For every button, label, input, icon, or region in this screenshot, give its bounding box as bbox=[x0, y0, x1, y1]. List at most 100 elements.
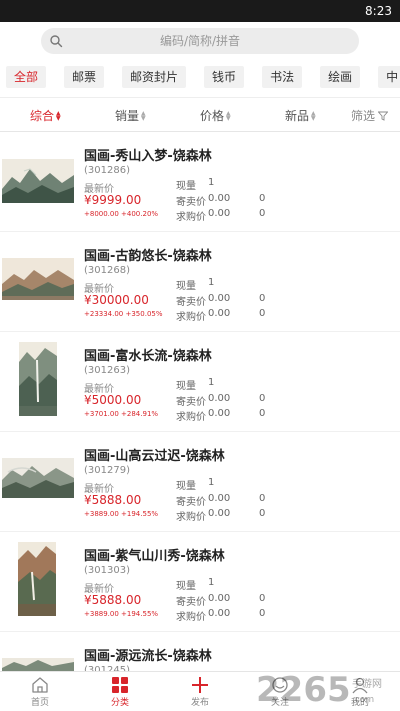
list-item[interactable]: 国画-山高云过迟-饶森林 (301279) 最新价 ¥5888.00 +3889… bbox=[0, 432, 400, 532]
consign-price-label: 寄卖价 bbox=[176, 297, 206, 308]
item-title: 国画-秀山入梦-饶森林 bbox=[84, 149, 212, 164]
sort-price[interactable]: 价格 ▲ ▼ bbox=[200, 107, 231, 124]
bid-qty: 0 bbox=[259, 208, 266, 219]
list-item[interactable]: 国画-富水长流-饶森林 (301263) 最新价 ¥5000.00 +3701.… bbox=[0, 332, 400, 432]
category-chip-painting[interactable]: 绘画 bbox=[320, 65, 361, 88]
sort-composite-label: 综合 bbox=[30, 109, 55, 123]
stock-label: 现量 bbox=[176, 581, 196, 592]
consign-qty: 0 bbox=[259, 293, 266, 304]
category-icon bbox=[112, 676, 128, 693]
item-code: (301286) bbox=[84, 165, 130, 176]
nav-category[interactable]: 分类 bbox=[80, 672, 160, 711]
category-chip-calligraphy[interactable]: 书法 bbox=[262, 65, 303, 88]
sort-sales-label: 销量 bbox=[115, 109, 140, 123]
sort-arrows-icon: ▲ ▼ bbox=[311, 109, 316, 122]
stock-value: 1 bbox=[208, 177, 215, 188]
item-code: (301279) bbox=[84, 465, 130, 476]
item-title: 国画-源远流长-饶森林 bbox=[84, 649, 212, 664]
product-list: 国画-秀山入梦-饶森林 (301286) 最新价 ¥9999.00 +8000.… bbox=[0, 132, 400, 711]
consign-price-label: 寄卖价 bbox=[176, 197, 206, 208]
stock-value: 1 bbox=[208, 377, 215, 388]
item-title: 国画-富水长流-饶森林 bbox=[84, 349, 212, 364]
painting-thumbnail bbox=[2, 658, 74, 672]
consign-price: 0.00 bbox=[208, 293, 231, 304]
stock-value: 1 bbox=[208, 477, 215, 488]
plus-icon bbox=[192, 676, 208, 693]
category-chip-more[interactable]: 中 bbox=[378, 65, 400, 88]
latest-price: ¥5888.00 bbox=[84, 493, 142, 507]
sort-new-label: 新品 bbox=[285, 109, 310, 123]
category-strip: 全部 邮票 邮资封片 钱币 书法 绘画 中 bbox=[0, 56, 400, 98]
stock-value: 1 bbox=[208, 577, 215, 588]
consign-price: 0.00 bbox=[208, 393, 231, 404]
price-change: +3701.00 +284.91% bbox=[84, 410, 159, 418]
svg-text:.com: .com bbox=[352, 695, 374, 705]
bid-qty: 0 bbox=[259, 308, 266, 319]
bid-price: 0.00 bbox=[208, 608, 231, 619]
stock-label: 现量 bbox=[176, 381, 196, 392]
bid-qty: 0 bbox=[259, 608, 266, 619]
consign-qty: 0 bbox=[259, 493, 266, 504]
latest-price: ¥5000.00 bbox=[84, 393, 142, 407]
svg-text:手游网: 手游网 bbox=[352, 677, 382, 690]
category-chip-coins[interactable]: 钱币 bbox=[204, 65, 245, 88]
item-code: (301263) bbox=[84, 365, 130, 376]
category-chip-all[interactable]: 全部 bbox=[6, 65, 47, 88]
bid-price: 0.00 bbox=[208, 508, 231, 519]
consign-price: 0.00 bbox=[208, 593, 231, 604]
stock-label: 现量 bbox=[176, 181, 196, 192]
item-title: 国画-古韵悠长-饶森林 bbox=[84, 249, 212, 264]
category-chip-postal-covers[interactable]: 邮资封片 bbox=[122, 65, 187, 88]
latest-price: ¥9999.00 bbox=[84, 193, 142, 207]
stock-label: 现量 bbox=[176, 481, 196, 492]
site-watermark-logo: 2265 手游网 .com bbox=[256, 670, 382, 709]
bid-price-label: 求购价 bbox=[176, 312, 206, 323]
painting-thumbnail bbox=[2, 458, 74, 498]
item-code: (301268) bbox=[84, 265, 130, 276]
latest-price: ¥5888.00 bbox=[84, 593, 142, 607]
price-change: +8000.00 +400.20% bbox=[84, 210, 159, 218]
nav-publish-label: 发布 bbox=[190, 697, 209, 708]
bid-price-label: 求购价 bbox=[176, 412, 206, 423]
consign-qty: 0 bbox=[259, 593, 266, 604]
nav-publish[interactable]: 发布 bbox=[160, 672, 240, 711]
latest-price: ¥30000.00 bbox=[84, 293, 149, 307]
nav-category-label: 分类 bbox=[110, 697, 129, 708]
home-icon bbox=[32, 676, 48, 693]
consign-price: 0.00 bbox=[208, 193, 231, 204]
status-bar: 8:23 bbox=[0, 0, 400, 22]
search-input[interactable] bbox=[41, 28, 359, 54]
filter-icon bbox=[378, 111, 389, 121]
consign-price-label: 寄卖价 bbox=[176, 397, 206, 408]
search-bar bbox=[0, 22, 400, 56]
sort-arrows-icon: ▲ ▼ bbox=[226, 109, 231, 122]
search-box[interactable] bbox=[41, 28, 359, 54]
bid-price-label: 求购价 bbox=[176, 512, 206, 523]
painting-thumbnail bbox=[18, 542, 56, 616]
filter-button[interactable]: 筛选 bbox=[351, 107, 389, 124]
nav-home[interactable]: 首页 bbox=[0, 672, 80, 711]
painting-thumbnail bbox=[2, 159, 74, 203]
category-chip-stamps[interactable]: 邮票 bbox=[64, 65, 105, 88]
bid-price: 0.00 bbox=[208, 408, 231, 419]
sort-composite[interactable]: 综合 ▲ ▼ bbox=[30, 107, 61, 124]
search-icon bbox=[50, 35, 63, 48]
sort-new[interactable]: 新品 ▲ ▼ bbox=[285, 107, 316, 124]
consign-price-label: 寄卖价 bbox=[176, 497, 206, 508]
bid-qty: 0 bbox=[259, 508, 266, 519]
consign-qty: 0 bbox=[259, 393, 266, 404]
sort-arrows-icon: ▲ ▼ bbox=[56, 109, 61, 122]
price-change: +23334.00 +350.05% bbox=[84, 310, 163, 318]
filter-label: 筛选 bbox=[351, 109, 376, 123]
bid-price: 0.00 bbox=[208, 308, 231, 319]
sort-sales[interactable]: 销量 ▲ ▼ bbox=[115, 107, 146, 124]
list-item[interactable]: 国画-古韵悠长-饶森林 (301268) 最新价 ¥30000.00 +2333… bbox=[0, 232, 400, 332]
status-time: 8:23 bbox=[365, 4, 392, 18]
bid-price-label: 求购价 bbox=[176, 612, 206, 623]
list-item[interactable]: 国画-秀山入梦-饶森林 (301286) 最新价 ¥9999.00 +8000.… bbox=[0, 132, 400, 232]
nav-home-label: 首页 bbox=[30, 697, 49, 708]
list-item[interactable]: 国画-紫气山川秀-饶森林 (301303) 最新价 ¥5888.00 +3889… bbox=[0, 532, 400, 632]
sort-arrows-icon: ▲ ▼ bbox=[141, 109, 146, 122]
item-title: 国画-紫气山川秀-饶森林 bbox=[84, 549, 225, 564]
stock-value: 1 bbox=[208, 277, 215, 288]
